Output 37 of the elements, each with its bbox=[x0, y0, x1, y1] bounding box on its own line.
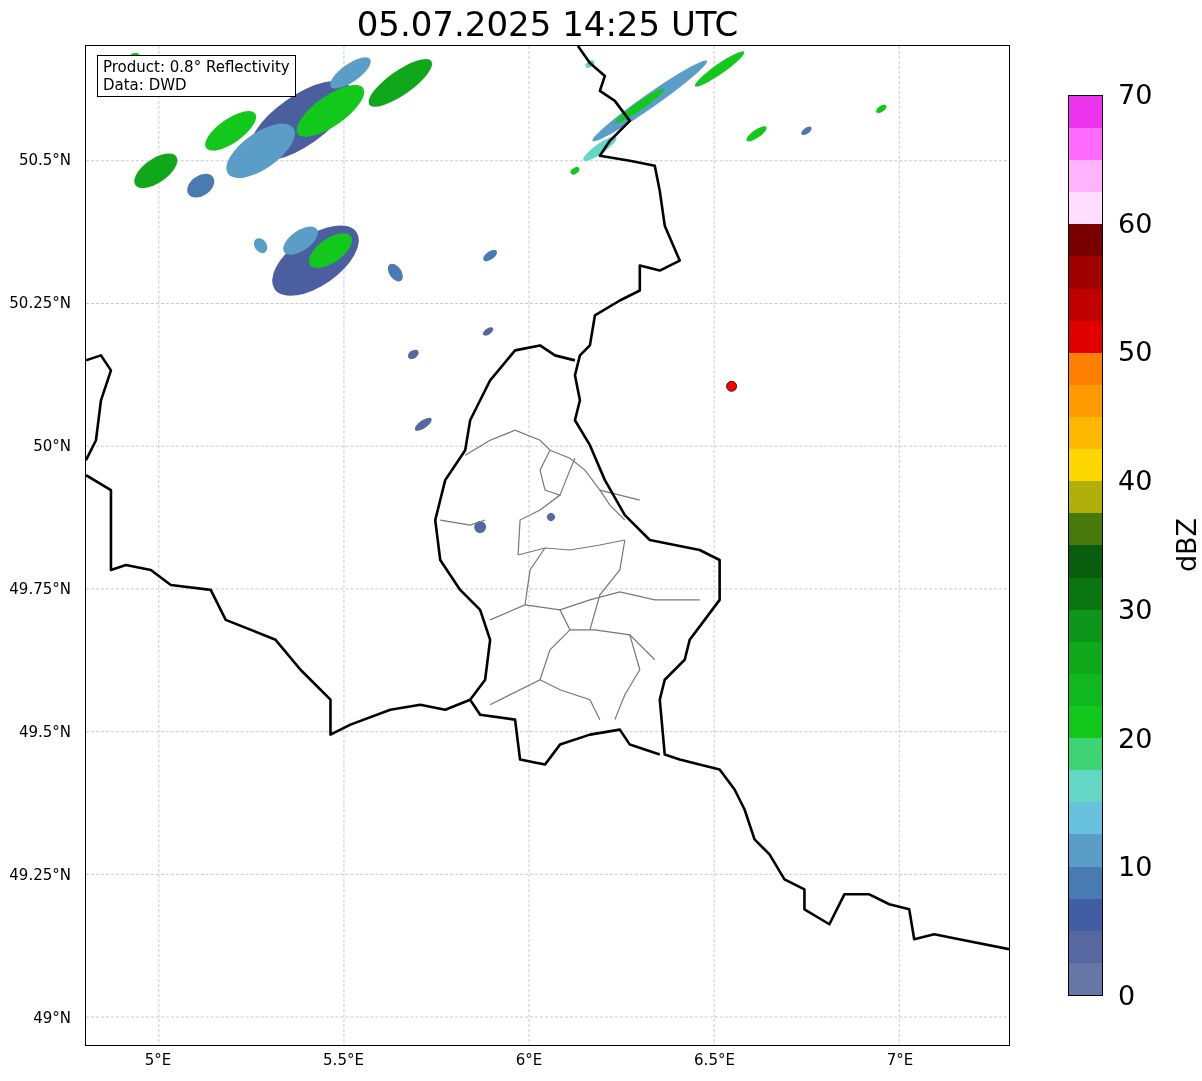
axis-tick-label: 49°N bbox=[33, 1009, 71, 1027]
axis-tick-label: 5°E bbox=[144, 1051, 172, 1069]
axis-tick-label: 7°E bbox=[886, 1051, 914, 1069]
colorbar-tick-label: 70 bbox=[1118, 80, 1153, 110]
radar-echo bbox=[547, 513, 555, 522]
radar-echo bbox=[474, 521, 487, 533]
colorbar-tick-label: 0 bbox=[1118, 981, 1136, 1011]
axis-tick-label: 5.5°E bbox=[323, 1051, 364, 1069]
plot-title: 05.07.2025 14:25 UTC bbox=[355, 3, 740, 46]
radar-echo bbox=[387, 263, 403, 282]
radar-echo bbox=[570, 167, 580, 175]
radar-echo bbox=[482, 327, 494, 336]
axis-tick-label: 6°E bbox=[515, 1051, 543, 1069]
colorbar-tick-label: 30 bbox=[1118, 594, 1153, 625]
radar-echo bbox=[414, 417, 432, 431]
location-marker bbox=[726, 380, 737, 392]
info-text: Product: 0.8° Reflectivity bbox=[103, 58, 290, 76]
axis-tick-label: 50°N bbox=[33, 437, 71, 455]
radar-echo bbox=[801, 126, 812, 136]
colorbar-tick-label: 50 bbox=[1118, 337, 1153, 368]
colorbar-tick-label: 40 bbox=[1118, 466, 1153, 497]
axis-tick-label: 49.5°N bbox=[18, 723, 71, 741]
info-text: Data: DWD bbox=[103, 76, 188, 94]
radar-echo bbox=[407, 349, 419, 360]
radar-echo bbox=[876, 104, 887, 114]
colorbar-tick-label: 60 bbox=[1118, 208, 1153, 239]
radar-echo bbox=[253, 238, 268, 253]
colorbar-label: dBZ bbox=[1172, 517, 1202, 573]
axis-tick-label: 49.25°N bbox=[9, 866, 71, 884]
axis-tick-label: 50.25°N bbox=[9, 294, 71, 312]
radar-echo bbox=[746, 126, 767, 142]
axis-tick-label: 6.5°E bbox=[694, 1051, 735, 1069]
colorbar-tick-label: 10 bbox=[1118, 852, 1153, 883]
radar-echo bbox=[483, 249, 498, 262]
colorbar-tick-label: 20 bbox=[1118, 723, 1153, 754]
axis-tick-label: 50.5°N bbox=[18, 151, 71, 169]
axis-tick-label: 49.75°N bbox=[9, 580, 71, 598]
